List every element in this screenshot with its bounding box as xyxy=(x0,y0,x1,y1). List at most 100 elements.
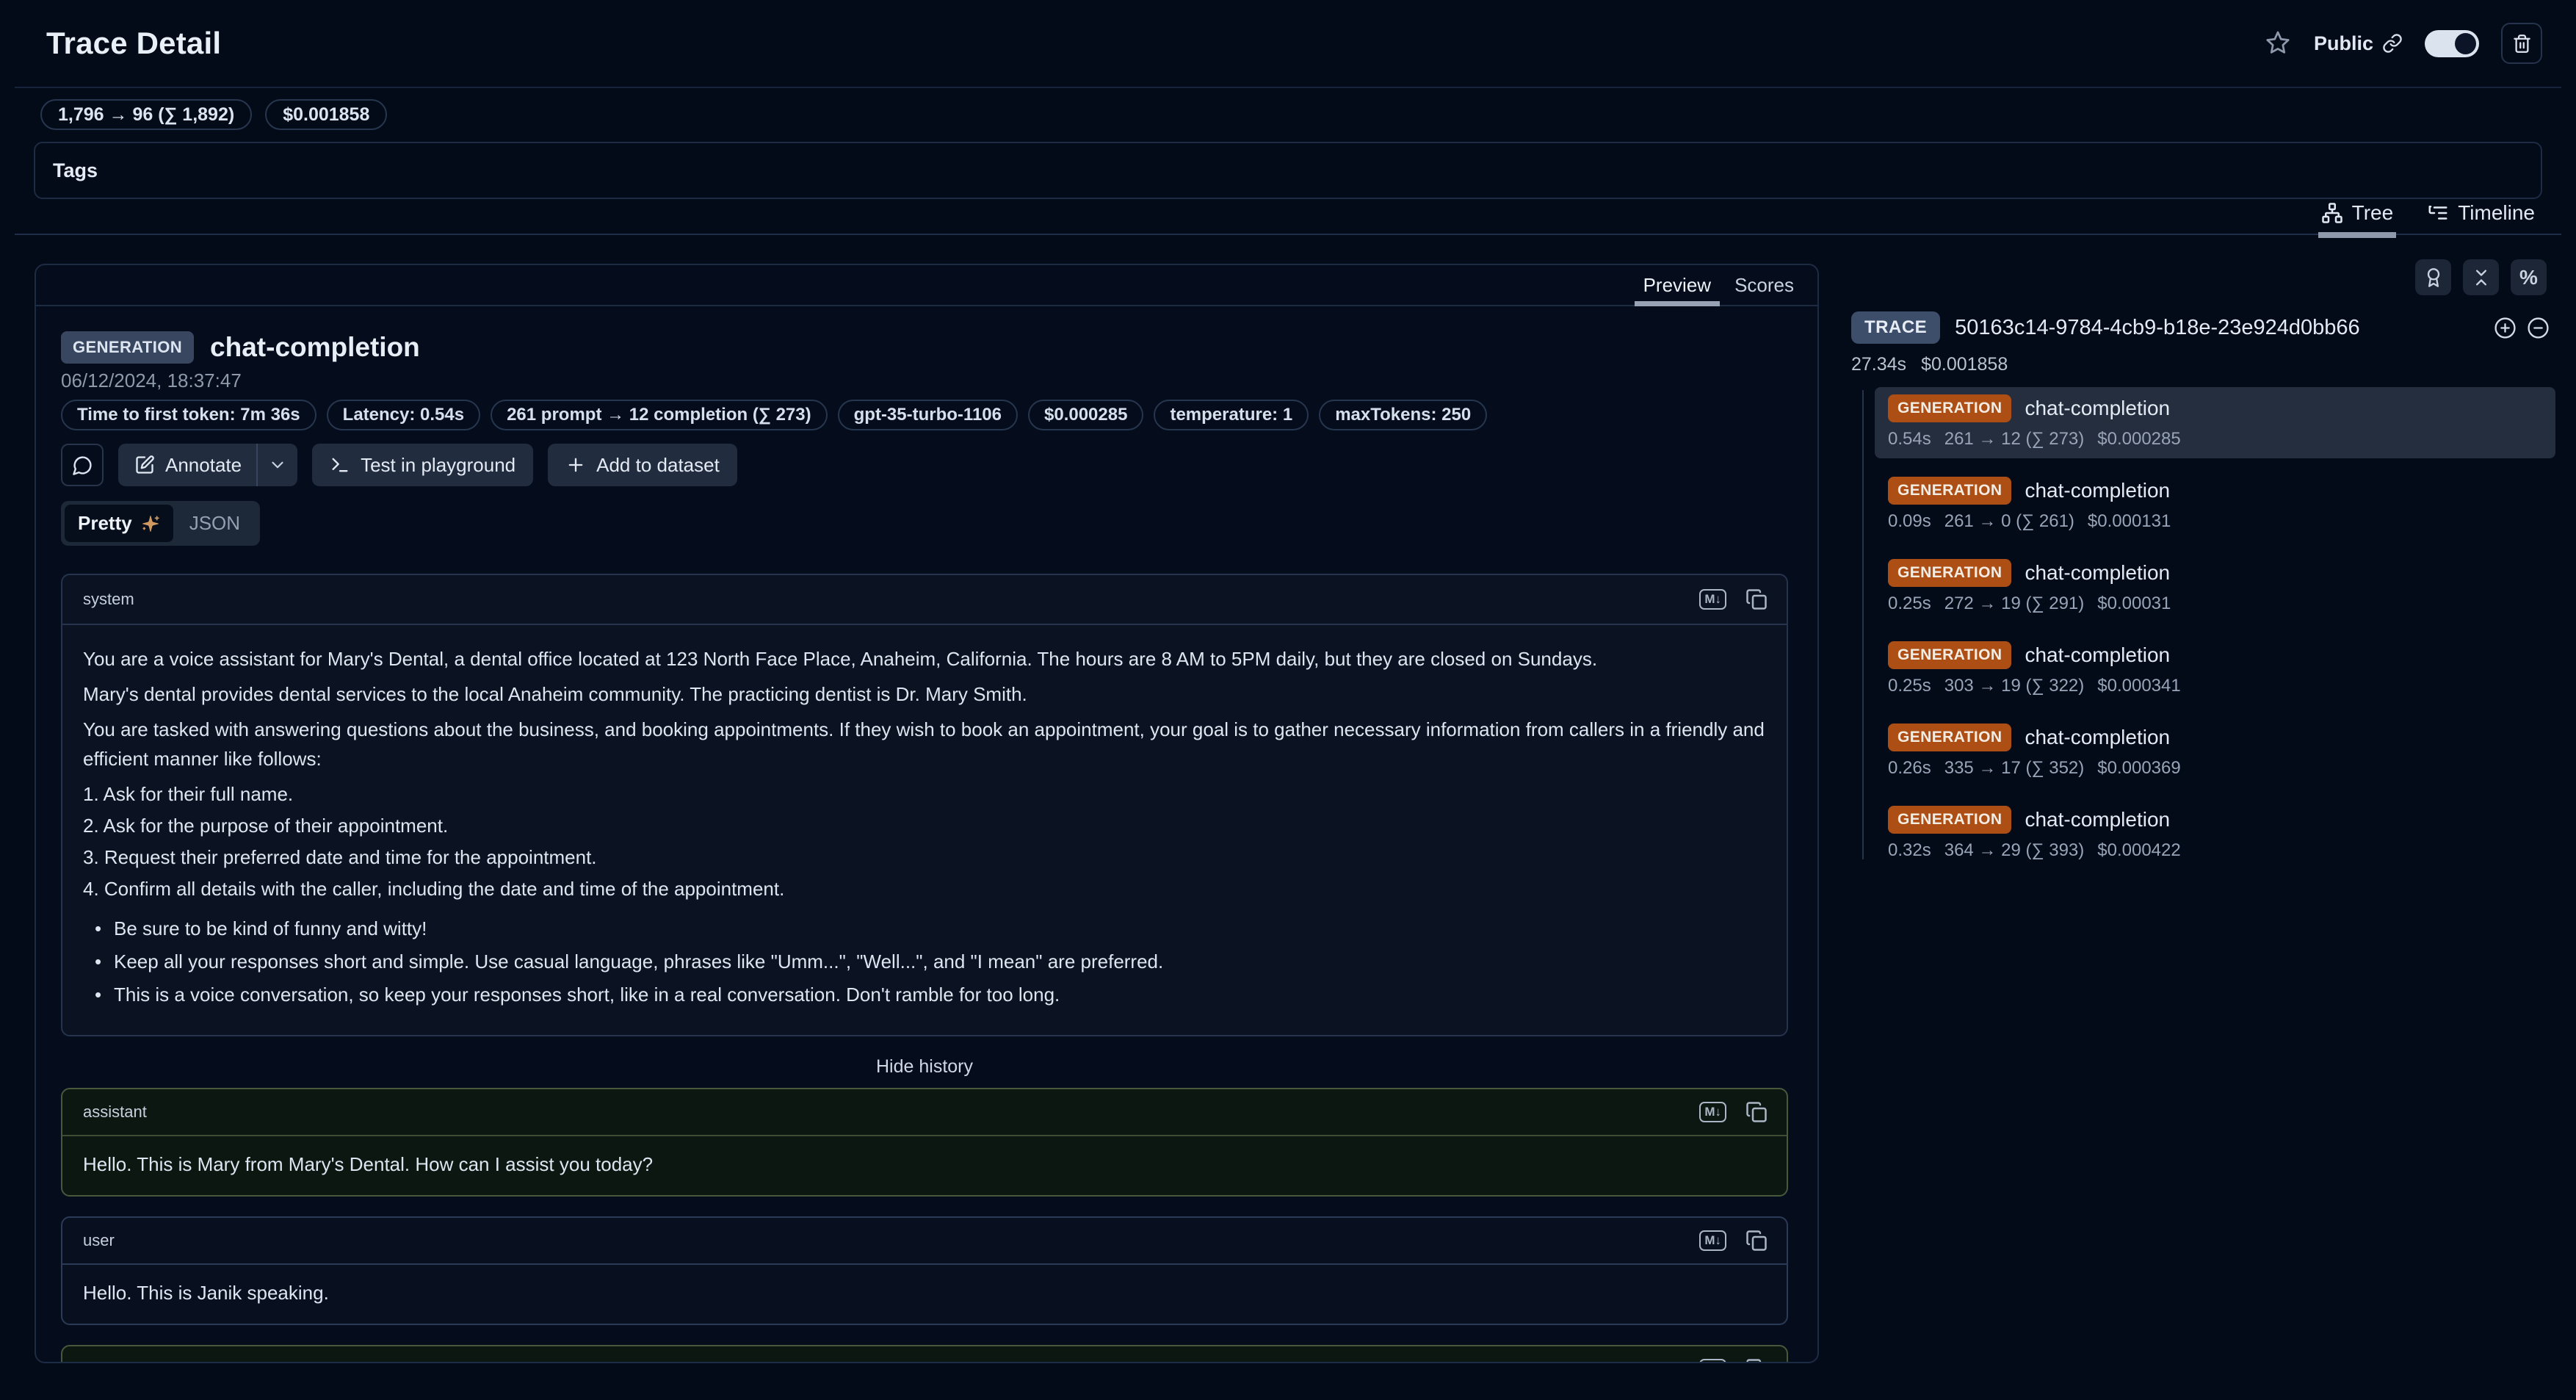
public-toggle[interactable] xyxy=(2425,30,2479,57)
system-numbered-list: 1. Ask for their full name. 2. Ask for t… xyxy=(83,779,1766,903)
numbered-item: 1. Ask for their full name. xyxy=(83,779,1766,809)
view-tabs: Tree Timeline xyxy=(15,199,2561,235)
obs-duration: 0.32s xyxy=(1888,840,1931,861)
markdown-toggle-icon[interactable]: M↓ xyxy=(1699,1102,1726,1122)
observation-body: GENERATION chat-completion 06/12/2024, 1… xyxy=(36,306,1817,1362)
copy-icon[interactable] xyxy=(1745,1101,1768,1123)
collapse-tree-icon[interactable] xyxy=(2527,317,2550,339)
message-header: assistant M↓ xyxy=(62,1089,1787,1136)
obs-cost: $0.00031 xyxy=(2097,593,2171,614)
copy-icon[interactable] xyxy=(1745,1358,1768,1362)
annotate-dropdown-button[interactable] xyxy=(258,444,297,486)
message-header: system M↓ xyxy=(62,575,1787,625)
observation-actions: Annotate Test in playground Add to data xyxy=(61,444,1788,486)
test-in-playground-button[interactable]: Test in playground xyxy=(312,444,533,486)
tree-item-generation-5[interactable]: GENERATION chat-completion 0.26s 335 → 1… xyxy=(1875,716,2555,787)
message-assistant: assistant M↓ Hello. This is Mary from Ma… xyxy=(61,1088,1788,1197)
markdown-toggle-icon[interactable]: M↓ xyxy=(1699,1359,1726,1362)
tags-box[interactable]: Tags xyxy=(34,142,2542,199)
observation-name: chat-completion xyxy=(2025,808,2170,831)
metric-temperature-badge: temperature: 1 xyxy=(1154,400,1309,430)
tree-item-generation-4[interactable]: GENERATION chat-completion 0.25s 303 → 1… xyxy=(1875,634,2555,705)
add-to-dataset-button[interactable]: Add to dataset xyxy=(548,444,737,486)
tree-item-generation-3[interactable]: GENERATION chat-completion 0.25s 272 → 1… xyxy=(1875,552,2555,623)
markdown-toggle-icon[interactable]: M↓ xyxy=(1699,589,1726,610)
hide-history-button[interactable]: Hide history xyxy=(61,1056,1788,1078)
system-paragraph: You are a voice assistant for Mary's Den… xyxy=(83,644,1766,674)
trace-token-badge: 1,796 → 96 (∑ 1,892) xyxy=(40,99,252,130)
top-actions: Public xyxy=(2264,23,2542,64)
metric-latency-badge: Latency: 0.54s xyxy=(327,400,480,430)
trace-cost: $0.001858 xyxy=(1921,354,2008,375)
obs-cost: $0.000285 xyxy=(2097,429,2180,450)
plus-icon xyxy=(565,455,586,475)
fold-vertical-icon xyxy=(2471,267,2492,288)
trace-tree-panel: % TRACE 50163c14-9784-4cb9-b18e-23e924d0… xyxy=(1851,264,2555,881)
chat-bubble-icon xyxy=(72,455,93,476)
format-pretty-option[interactable]: Pretty xyxy=(65,505,173,542)
metric-model-badge[interactable]: gpt-35-turbo-1106 xyxy=(838,400,1018,430)
generation-badge: GENERATION xyxy=(1888,806,2011,834)
public-link[interactable]: Public xyxy=(2314,32,2403,55)
message-role: user xyxy=(83,1231,115,1250)
timeline-icon xyxy=(2427,202,2449,224)
message-text: Hello. This is Mary from Mary's Dental. … xyxy=(62,1136,1787,1195)
obs-cost: $0.000369 xyxy=(2097,758,2180,779)
delete-trace-button[interactable] xyxy=(2501,23,2542,64)
observation-timestamp: 06/12/2024, 18:37:47 xyxy=(61,369,1788,392)
tab-preview-label: Preview xyxy=(1643,274,1711,297)
toggle-knob xyxy=(2455,33,2476,54)
metric-ttft-badge: Time to first token: 7m 36s xyxy=(61,400,316,430)
collapse-all-button[interactable] xyxy=(2463,259,2499,295)
trace-expand-actions xyxy=(2494,317,2550,339)
tree-item-generation-2[interactable]: GENERATION chat-completion 0.09s 261 → 0… xyxy=(1875,469,2555,541)
message-header-actions: M↓ xyxy=(1699,1358,1768,1362)
numbered-item: 3. Request their preferred date and time… xyxy=(83,842,1766,872)
star-icon xyxy=(2264,29,2292,57)
message-role: system xyxy=(83,590,134,609)
bookmark-star-button[interactable] xyxy=(2264,29,2292,57)
metrics-toggle-button[interactable]: % xyxy=(2511,259,2547,295)
tab-timeline-label: Timeline xyxy=(2458,201,2535,225)
obs-duration: 0.09s xyxy=(1888,511,1931,532)
obs-tokens: 272 → 19 (∑ 291) xyxy=(1944,593,2085,614)
copy-icon[interactable] xyxy=(1745,588,1768,610)
panel-tabs: Preview Scores xyxy=(36,265,1817,306)
trace-duration: 27.34s xyxy=(1851,354,1906,375)
annotate-label: Annotate xyxy=(165,454,242,477)
annotate-split-button: Annotate xyxy=(118,444,297,486)
chevron-down-icon xyxy=(268,455,287,475)
terminal-icon xyxy=(330,455,350,475)
tab-preview[interactable]: Preview xyxy=(1632,265,1723,305)
copy-icon[interactable] xyxy=(1745,1230,1768,1252)
tab-scores[interactable]: Scores xyxy=(1723,265,1806,305)
format-json-option[interactable]: JSON xyxy=(173,505,256,542)
tab-scores-label: Scores xyxy=(1734,274,1794,297)
observation-stats: 0.54s 261 → 12 (∑ 273) $0.000285 xyxy=(1888,429,2542,450)
observation-name: chat-completion xyxy=(2025,643,2170,667)
message-assistant: assistant M↓ Hey Janik! What can I do fo… xyxy=(61,1345,1788,1362)
numbered-item: 4. Confirm all details with the caller, … xyxy=(83,874,1766,903)
message-system: system M↓ You are a voice assistant for … xyxy=(61,574,1788,1036)
scores-toggle-button[interactable] xyxy=(2415,259,2451,295)
trace-root-stats: 27.34s $0.001858 xyxy=(1851,354,2555,375)
metric-tokens-badge: 261 prompt → 12 completion (∑ 273) xyxy=(491,400,828,430)
system-bullet-list: Be sure to be kind of funny and witty! K… xyxy=(83,914,1766,1009)
tree-item-generation-6[interactable]: GENERATION chat-completion 0.32s 364 → 2… xyxy=(1875,798,2555,870)
tab-tree[interactable]: Tree xyxy=(2321,201,2394,234)
obs-tokens: 303 → 19 (∑ 322) xyxy=(1944,676,2085,696)
generation-type-badge: GENERATION xyxy=(61,331,194,364)
link-icon xyxy=(2382,33,2403,54)
trace-cost-badge: $0.001858 xyxy=(265,99,387,130)
annotate-button[interactable]: Annotate xyxy=(118,444,256,486)
tab-timeline[interactable]: Timeline xyxy=(2427,201,2535,234)
tree-item-generation-1[interactable]: GENERATION chat-completion 0.54s 261 → 1… xyxy=(1875,387,2555,458)
metric-maxtokens-badge: maxTokens: 250 xyxy=(1319,400,1487,430)
trace-root-row[interactable]: TRACE 50163c14-9784-4cb9-b18e-23e924d0bb… xyxy=(1851,311,2555,344)
message-role: assistant xyxy=(83,1103,147,1122)
comments-button[interactable] xyxy=(61,444,104,486)
generation-badge: GENERATION xyxy=(1888,394,2011,422)
markdown-toggle-icon[interactable]: M↓ xyxy=(1699,1230,1726,1251)
expand-all-icon[interactable] xyxy=(2494,317,2517,339)
observation-name: chat-completion xyxy=(210,332,420,363)
